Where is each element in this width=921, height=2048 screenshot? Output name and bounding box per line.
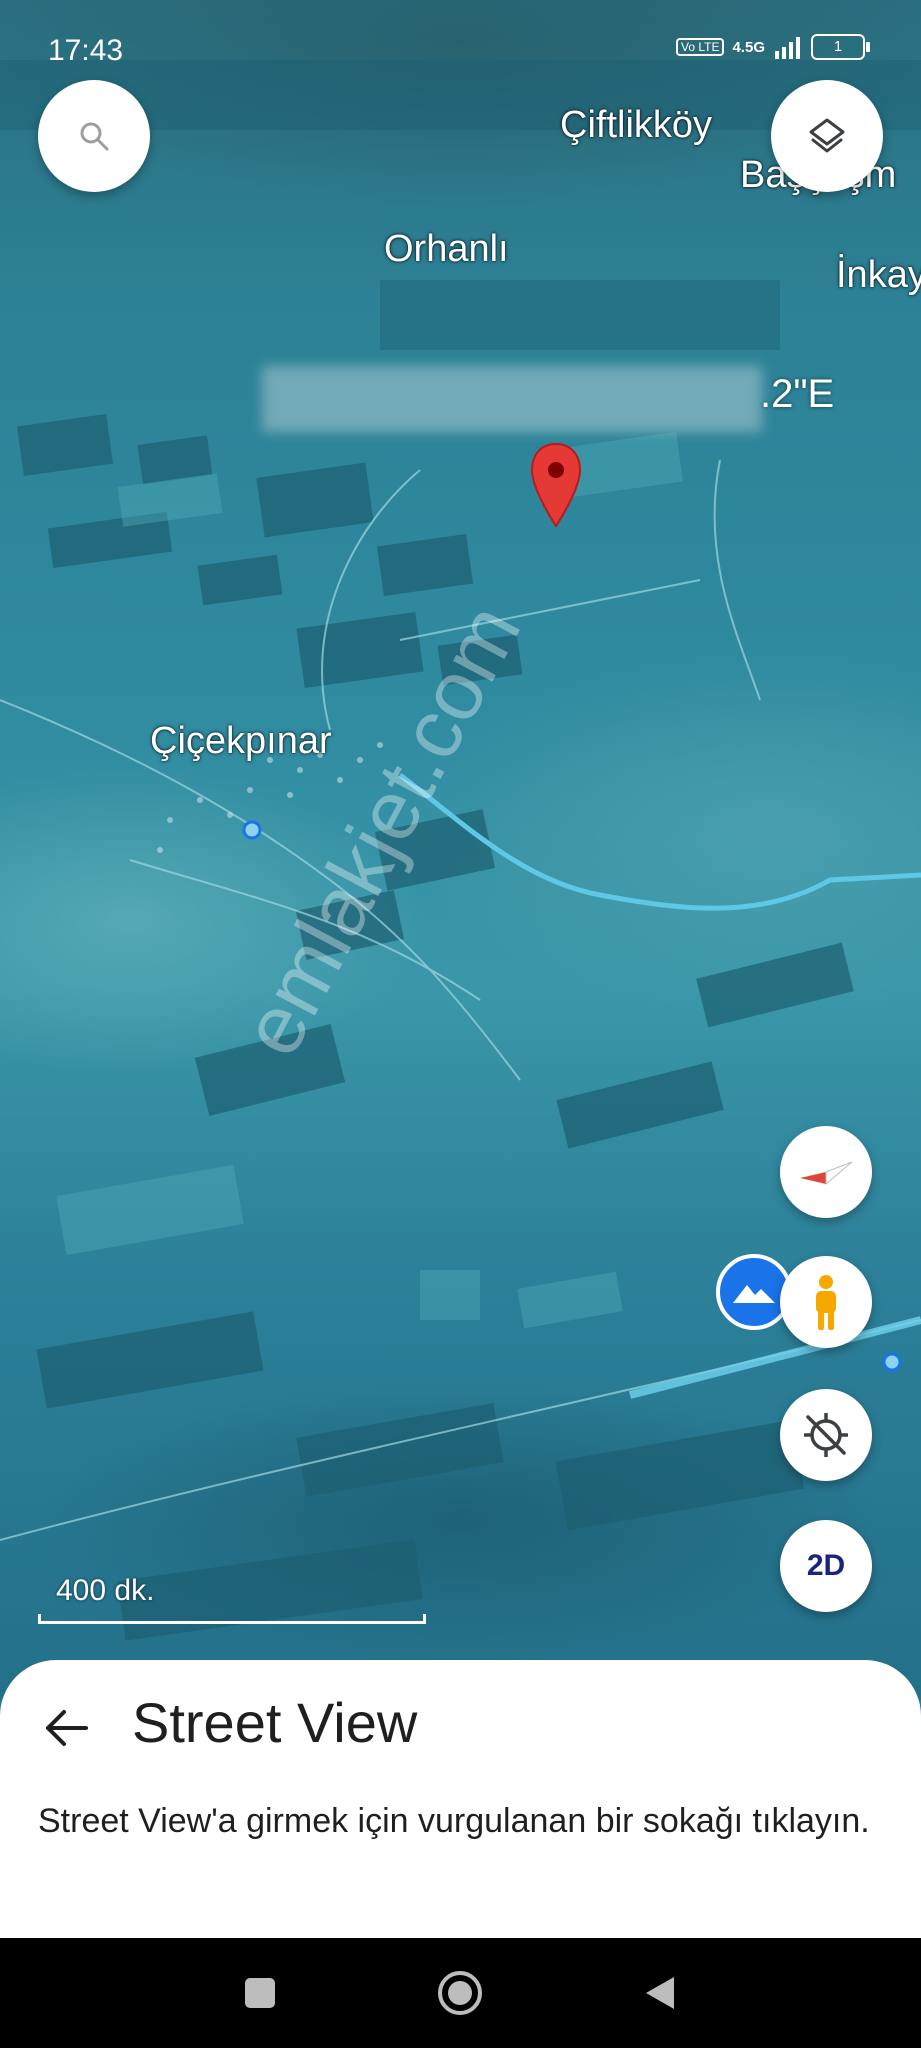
home-icon <box>438 1971 482 2015</box>
status-time: 17:43 <box>48 34 124 67</box>
recents-icon <box>245 1978 275 2008</box>
coordinate-redaction <box>262 366 762 432</box>
search-button[interactable] <box>38 80 150 192</box>
terrain-icon <box>733 1285 775 1303</box>
status-icons: Vo LTE 4.5G 1 <box>676 34 870 60</box>
place-label[interactable]: İnkay <box>836 254 921 297</box>
layers-icon <box>809 118 845 153</box>
back-icon <box>646 1977 674 2009</box>
sheet-title: Street View <box>132 1691 418 1754</box>
home-button[interactable] <box>430 1938 490 2048</box>
poi-dot[interactable] <box>242 820 262 840</box>
location-pin-icon[interactable] <box>528 440 584 530</box>
compass-button[interactable] <box>780 1126 872 1218</box>
recents-button[interactable] <box>230 1938 290 2048</box>
coordinate-label: .2"E <box>760 372 835 416</box>
volte-icon: Vo LTE <box>676 38 725 56</box>
sheet-description: Street View'a girmek için vurgulanan bir… <box>38 1802 870 1840</box>
view-toggle-button[interactable]: 2D <box>780 1520 872 1612</box>
street-view-button[interactable] <box>780 1256 872 1348</box>
back-arrow-icon[interactable] <box>40 1700 96 1756</box>
back-button[interactable] <box>630 1938 690 2048</box>
layers-button[interactable] <box>771 80 883 192</box>
view-toggle-label: 2D <box>806 1549 846 1582</box>
my-location-button[interactable] <box>780 1389 872 1481</box>
poi-dot[interactable] <box>882 1352 902 1372</box>
navigation-bar <box>0 1938 921 2048</box>
battery-icon: 1 <box>811 34 870 60</box>
location-off-icon <box>804 1413 848 1457</box>
place-label[interactable]: Orhanlı <box>384 228 509 271</box>
scale-bar <box>38 1614 426 1624</box>
search-icon <box>80 122 109 151</box>
scale-label: 400 dk. <box>56 1574 155 1607</box>
pegman-icon <box>816 1275 836 1330</box>
compass-icon <box>800 1161 853 1186</box>
place-label[interactable]: Çiçekpınar <box>150 720 332 763</box>
place-label[interactable]: Çiftlikköy <box>560 104 712 147</box>
status-bar: 17:43 Vo LTE 4.5G 1 <box>0 0 921 80</box>
signal-icon <box>775 37 800 59</box>
network-type: 4.5G <box>732 38 765 56</box>
